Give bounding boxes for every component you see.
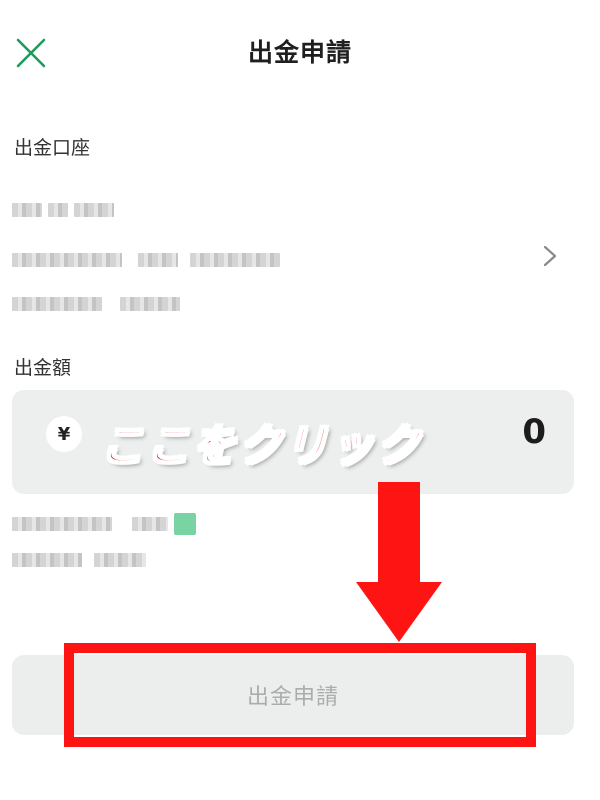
yen-currency-icon: ¥ [46,416,82,452]
green-badge-blurred [174,513,196,535]
submit-withdrawal-button[interactable]: 出金申請 [12,655,574,735]
annotation-down-arrow-icon [356,482,442,642]
account-selector[interactable] [0,188,600,318]
balance-info-blurred [12,513,196,535]
amount-section-label: 出金額 [14,357,72,379]
amount-value: 0 [522,412,546,452]
withdrawal-screen: 出金申請 出金口座 出金額 ¥ 0 ここをクリック 出金申請 [0,0,600,800]
page-title: 出金申請 [247,38,352,67]
account-section-label: 出金口座 [14,137,91,159]
account-holder-name-blurred [12,202,114,218]
fee-info-blurred [12,552,146,568]
annotation-click-here: ここをクリック [99,420,422,473]
bank-name-blurred [12,252,280,268]
chevron-right-icon [543,245,557,267]
account-number-blurred [12,296,180,312]
